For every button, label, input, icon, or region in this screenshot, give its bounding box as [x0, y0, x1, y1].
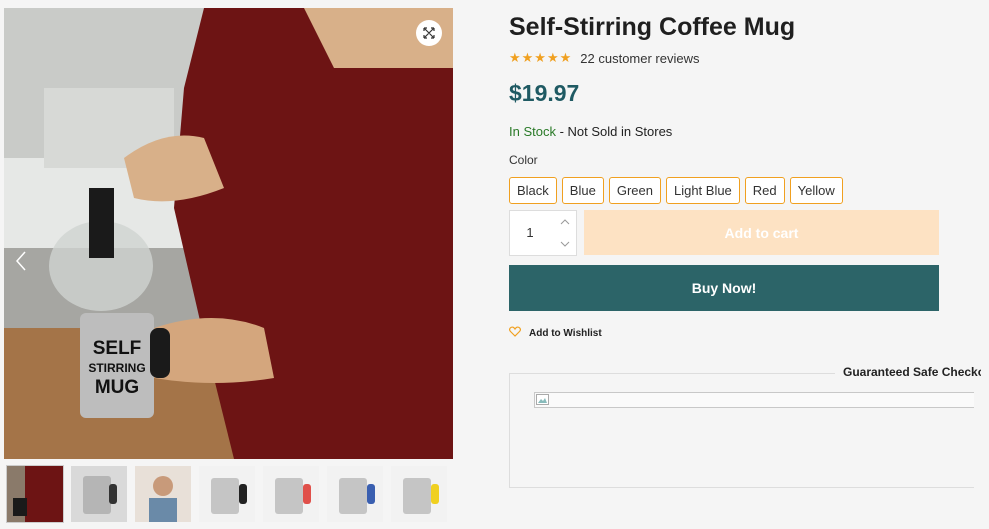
chevron-up-icon[interactable] [554, 211, 576, 233]
thumbnail-blue-mug[interactable] [327, 466, 383, 522]
add-to-cart-button[interactable]: Add to cart [584, 210, 939, 255]
quantity-input[interactable]: 1 [510, 211, 550, 255]
prev-image-arrow-icon[interactable] [14, 250, 28, 272]
mug-text-1: SELF [93, 338, 142, 359]
thumbnail-yellow-mug[interactable] [391, 466, 447, 522]
expand-icon[interactable] [416, 20, 442, 46]
thumbnail-black-mug[interactable] [199, 466, 255, 522]
safe-checkout-title: Guaranteed Safe Checkout [835, 365, 981, 379]
product-main-image[interactable]: SELF STIRRING MUG [4, 8, 453, 459]
color-label: Color [509, 153, 538, 167]
product-rating: ★★★★★ 22 customer reviews [509, 50, 700, 66]
color-option-yellow[interactable]: Yellow [789, 177, 843, 204]
add-to-wishlist-link[interactable]: Add to Wishlist [509, 326, 602, 340]
payment-badges-image [534, 392, 974, 408]
quantity-stepper: 1 [509, 210, 577, 256]
thumbnail-strip [6, 465, 447, 523]
color-options: Black Blue Green Light Blue Red Yellow [509, 177, 843, 204]
star-rating-icon: ★★★★★ [509, 50, 573, 65]
thumbnail-red-mug[interactable] [263, 466, 319, 522]
product-title: Self-Stirring Coffee Mug [509, 13, 796, 41]
mug-text-2: STIRRING [88, 361, 145, 375]
buy-now-button[interactable]: Buy Now! [509, 265, 939, 311]
in-stock-label: In Stock [509, 124, 556, 139]
reviews-link[interactable]: 22 customer reviews [580, 51, 699, 66]
broken-image-icon [536, 394, 549, 405]
color-option-light-blue[interactable]: Light Blue [665, 177, 740, 204]
product-price: $19.97 [509, 80, 580, 106]
wishlist-label: Add to Wishlist [529, 327, 602, 339]
thumbnail-2[interactable] [71, 466, 127, 522]
mug-text-3: MUG [95, 377, 139, 398]
color-option-red[interactable]: Red [744, 177, 785, 204]
thumbnail-3[interactable] [135, 466, 191, 522]
color-option-green[interactable]: Green [608, 177, 661, 204]
chevron-down-icon[interactable] [554, 233, 576, 255]
color-option-blue[interactable]: Blue [561, 177, 604, 204]
stock-status: In Stock - Not Sold in Stores [509, 124, 672, 139]
safe-checkout-box [509, 373, 974, 488]
thumbnail-1[interactable] [6, 465, 64, 523]
stock-note: - Not Sold in Stores [555, 124, 673, 139]
color-option-black[interactable]: Black [509, 177, 557, 204]
heart-icon [509, 326, 521, 340]
